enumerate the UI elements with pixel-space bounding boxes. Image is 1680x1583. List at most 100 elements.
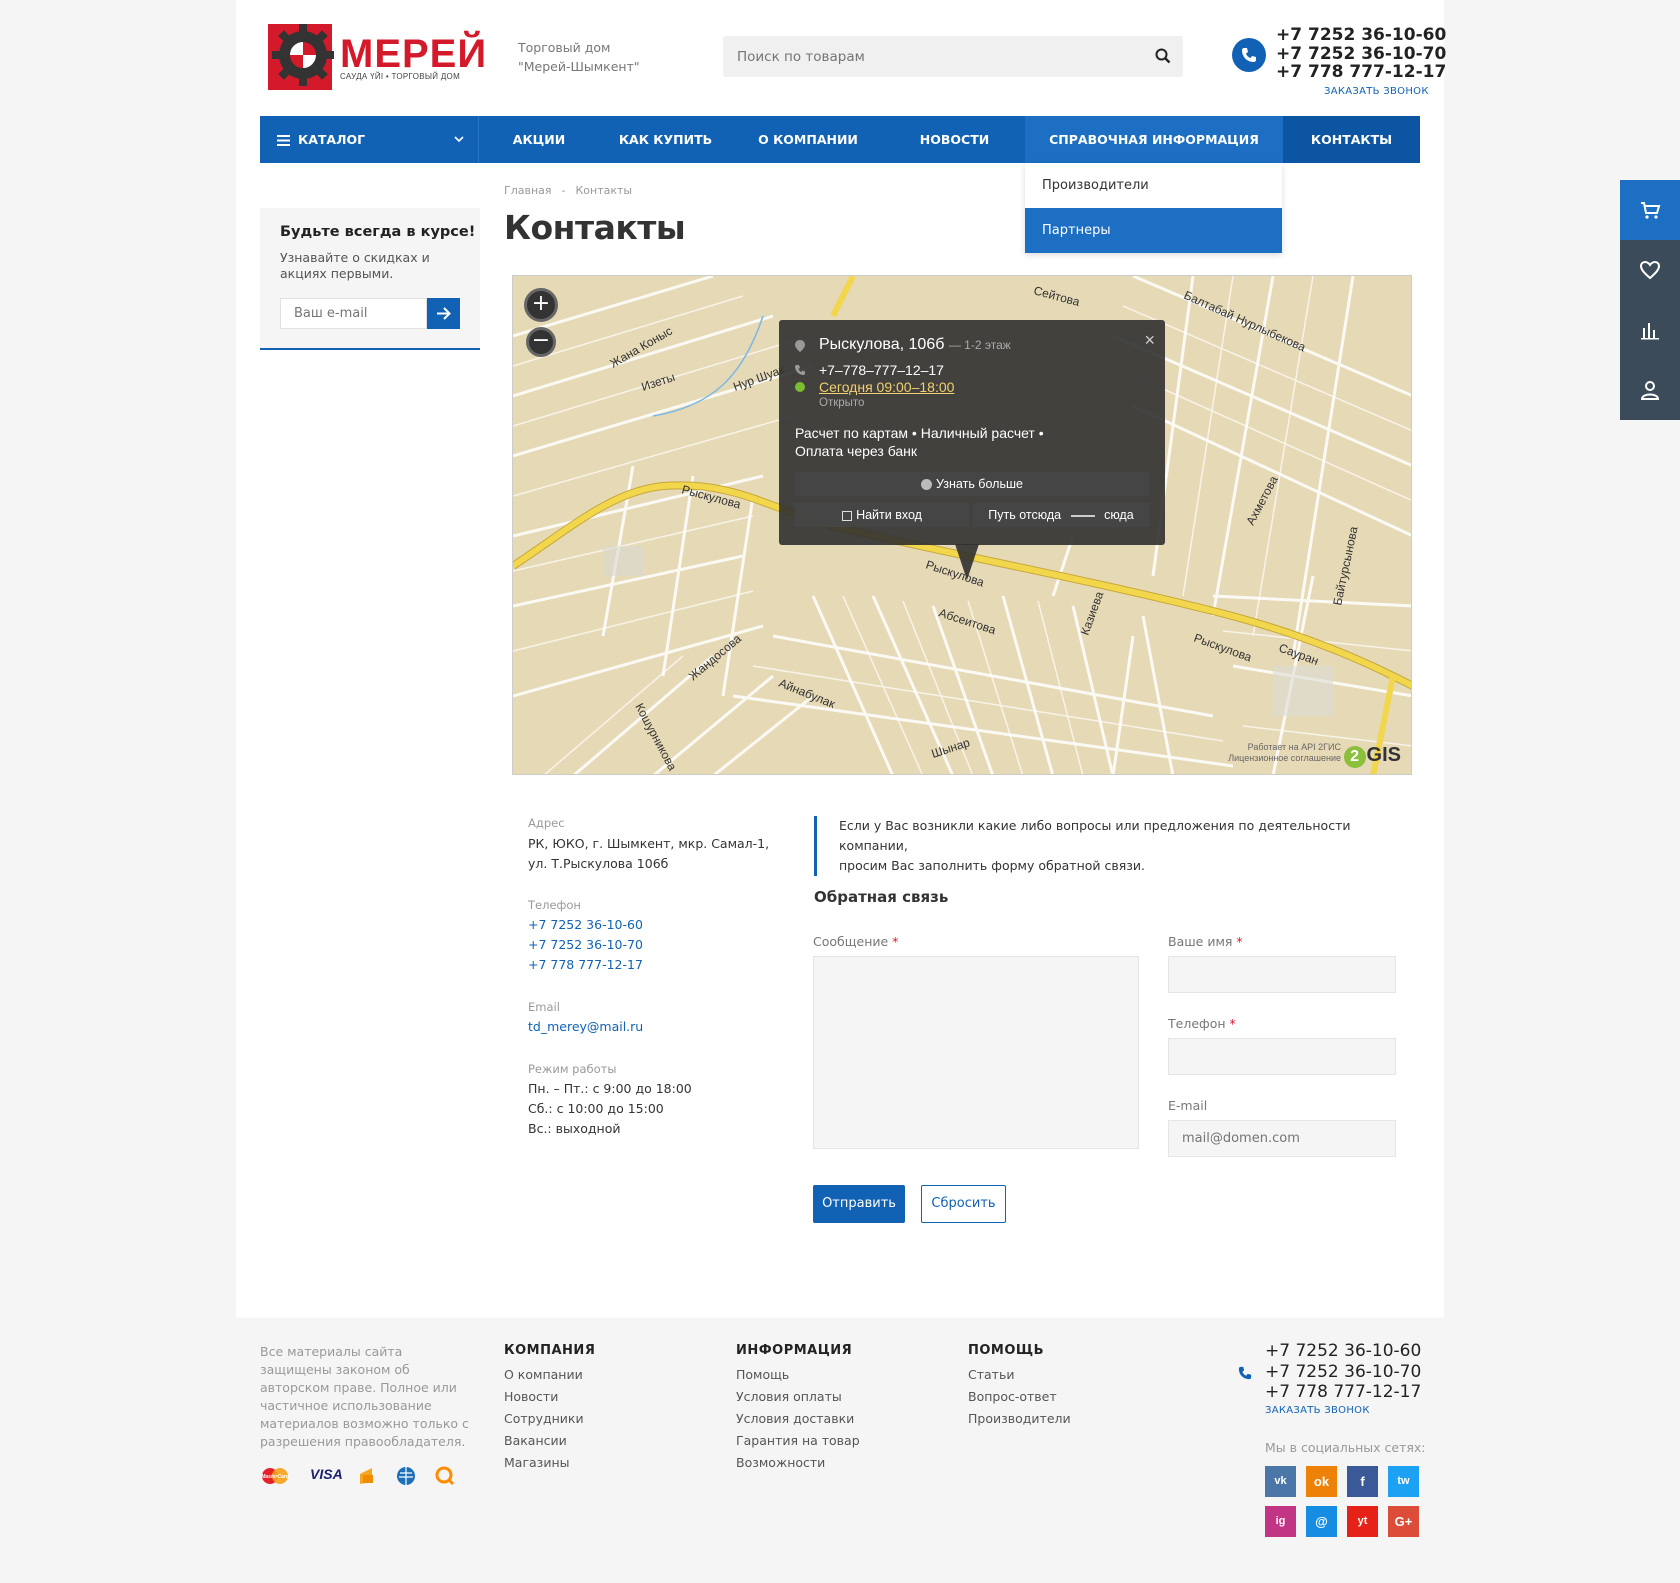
popup-pointer	[955, 544, 979, 580]
subscribe-email-input[interactable]	[280, 298, 427, 329]
footer-order-call-link[interactable]: ЗАКАЗАТЬ ЗВОНОК	[1265, 1405, 1370, 1416]
footer-copyright: Все материалы сайта защищены законом об …	[260, 1344, 469, 1449]
popup-phone: +7–778–777–12–17	[819, 362, 944, 378]
yandex-money-icon	[360, 1468, 373, 1484]
page-title: Контакты	[504, 208, 686, 247]
phone-label: Телефон	[528, 898, 581, 912]
send-button[interactable]: Отправить	[813, 1185, 905, 1223]
map-popup: × Рыскулова, 106б — 1-2 этаж +7–778–777–…	[779, 320, 1165, 545]
nav-reference-info[interactable]: СПРАВОЧНАЯ ИНФОРМАЦИЯ	[1025, 116, 1283, 163]
popup-status: Открыто	[819, 397, 865, 409]
footer-link[interactable]: Условия доставки	[736, 1411, 860, 1426]
form-email-label: E-mail	[1168, 1098, 1208, 1113]
footer-phone-1[interactable]: +7 7252 36-10-60	[1265, 1341, 1421, 1362]
footer-link[interactable]: Вакансии	[504, 1433, 595, 1448]
nav-catalog[interactable]: КАТАЛОГ	[260, 116, 479, 163]
feedback-intro: Если у Вас возникли какие либо вопросы и…	[814, 816, 1420, 876]
contact-email-link[interactable]: td_merey@mail.ru	[528, 1017, 643, 1037]
webmoney-icon	[397, 1467, 415, 1485]
logo-subtitle: САУДА ҮЙІ • ТОРГОВЫЙ ДОМ	[340, 72, 461, 81]
footer-phone-icon	[1238, 1366, 1252, 1380]
twitter-icon[interactable]: tw	[1388, 1466, 1419, 1497]
popup-address: Рыскулова, 106б — 1-2 этаж	[819, 336, 1011, 353]
footer-link[interactable]: О компании	[504, 1367, 595, 1382]
email-label: Email	[528, 1000, 560, 1014]
nav-promotions[interactable]: АКЦИИ	[479, 116, 599, 163]
reset-button[interactable]: Сбросить	[921, 1185, 1006, 1223]
search-input[interactable]	[723, 36, 1143, 77]
popup-route-button[interactable]: Путь отсюда сюда	[973, 503, 1149, 527]
footer-link[interactable]: Производители	[968, 1411, 1071, 1426]
breadcrumb-home[interactable]: Главная	[504, 184, 552, 197]
mail-ru-icon[interactable]: @	[1306, 1506, 1337, 1537]
feedback-title: Обратная связь	[814, 888, 949, 906]
contact-phone-1[interactable]: +7 7252 36-10-60	[528, 915, 643, 935]
phone-icon	[1232, 38, 1266, 72]
breadcrumb-current: Контакты	[575, 184, 633, 197]
footer-link[interactable]: Новости	[504, 1389, 595, 1404]
2gis-logo[interactable]: 2 GIS	[1343, 744, 1401, 768]
footer-phone-3[interactable]: +7 778 777-12-17	[1265, 1382, 1421, 1403]
email-input[interactable]	[1168, 1120, 1396, 1157]
subscribe-text: Узнавайте о скидках и акциях первыми.	[280, 250, 430, 281]
qiwi-icon	[435, 1466, 455, 1486]
popup-close-icon[interactable]: ×	[1144, 330, 1155, 351]
vk-icon[interactable]: vk	[1265, 1466, 1296, 1497]
menu-icon	[277, 135, 290, 146]
footer-link[interactable]: Помощь	[736, 1367, 860, 1382]
chevron-down-icon	[454, 136, 464, 143]
subscribe-button[interactable]	[427, 298, 460, 329]
search-icon[interactable]	[1155, 48, 1171, 64]
account-button[interactable]	[1620, 360, 1680, 420]
nav-news[interactable]: НОВОСТИ	[884, 116, 1025, 163]
dropdown-manufacturers[interactable]: Производители	[1025, 163, 1282, 208]
facebook-icon[interactable]: f	[1347, 1466, 1378, 1497]
instagram-icon[interactable]: ig	[1265, 1506, 1296, 1537]
map-zoom-out-button[interactable]: −	[526, 327, 556, 357]
cart-button[interactable]	[1620, 180, 1680, 240]
google-plus-icon[interactable]: G+	[1388, 1506, 1419, 1537]
odnoklassniki-icon[interactable]: ok	[1306, 1466, 1337, 1497]
nav-about[interactable]: О КОМПАНИИ	[732, 116, 884, 163]
nav-contacts[interactable]: КОНТАКТЫ	[1283, 116, 1420, 163]
page-content: МЕРЕЙ САУДА ҮЙІ • ТОРГОВЫЙ ДОМ Торговый …	[236, 0, 1446, 1318]
name-input[interactable]	[1168, 956, 1396, 993]
favorites-button[interactable]	[1620, 240, 1680, 300]
popup-entrance-button[interactable]: Найти вход	[795, 503, 969, 527]
contact-phone-2[interactable]: +7 7252 36-10-70	[528, 935, 643, 955]
phone-input[interactable]	[1168, 1038, 1396, 1075]
map[interactable]: Рыскулова Рыскулова Рыскулова Абсеитова …	[512, 275, 1412, 775]
footer-link[interactable]: Гарантия на товар	[736, 1433, 860, 1448]
footer-link[interactable]: Вопрос-ответ	[968, 1389, 1071, 1404]
popup-more-button[interactable]: Узнать больше	[795, 472, 1149, 496]
footer-link[interactable]: Статьи	[968, 1367, 1071, 1382]
message-textarea[interactable]	[813, 956, 1139, 1149]
popup-payment: Расчет по картам • Наличный расчет • Опл…	[795, 425, 1044, 459]
header-phone-1[interactable]: +7 7252 36-10-60	[1276, 26, 1446, 45]
address-label: Адрес	[528, 816, 565, 830]
popup-phone-icon	[795, 365, 805, 375]
dropdown-partners[interactable]: Партнеры	[1025, 208, 1282, 253]
cart-icon	[1641, 202, 1661, 219]
header-phone-3[interactable]: +7 778 777-12-17	[1276, 63, 1446, 82]
name-label: Ваше имя *	[1168, 934, 1243, 949]
clock-icon	[795, 382, 805, 392]
message-label: Сообщение *	[813, 934, 899, 949]
visa-icon: VISA	[310, 1466, 343, 1482]
youtube-icon[interactable]: yt	[1347, 1506, 1378, 1537]
order-call-link[interactable]: ЗАКАЗАТЬ ЗВОНОК	[1324, 86, 1429, 97]
footer-link[interactable]: Условия оплаты	[736, 1389, 860, 1404]
footer-phone-2[interactable]: +7 7252 36-10-70	[1265, 1362, 1421, 1383]
footer-link[interactable]: Магазины	[504, 1455, 595, 1470]
popup-hours[interactable]: Сегодня 09:00–18:00	[819, 379, 954, 395]
footer-link[interactable]: Возможности	[736, 1455, 860, 1470]
header-phone-2[interactable]: +7 7252 36-10-70	[1276, 44, 1446, 64]
compare-button[interactable]	[1620, 300, 1680, 360]
user-icon	[1640, 381, 1660, 400]
contact-phone-3[interactable]: +7 778 777-12-17	[528, 955, 643, 975]
nav-how-to-buy[interactable]: КАК КУПИТЬ	[599, 116, 732, 163]
map-zoom-in-button[interactable]: +	[524, 288, 558, 322]
license-link[interactable]: Лицензионное соглашение	[1228, 753, 1341, 764]
footer-column-help: ПОМОЩЬ Статьи Вопрос-ответ Производители	[968, 1343, 1071, 1426]
footer-link[interactable]: Сотрудники	[504, 1411, 595, 1426]
